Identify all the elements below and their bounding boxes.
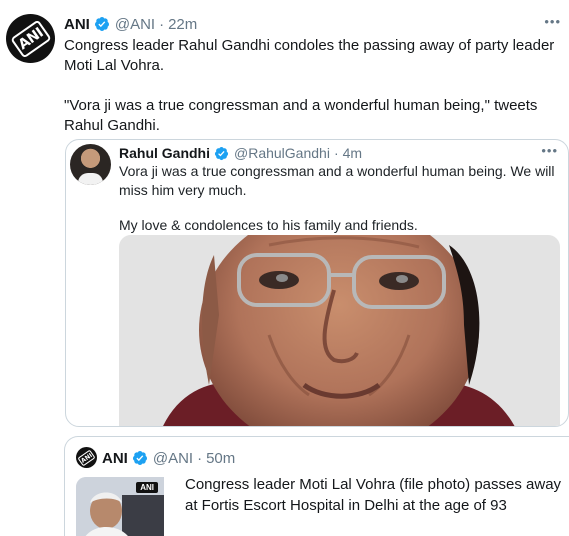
quoted-tweet-photo[interactable]	[119, 235, 560, 426]
card-header: ANI @ANI · 50m	[102, 448, 235, 468]
card-author-name[interactable]: ANI	[102, 450, 128, 467]
rahul-gandhi-avatar[interactable]	[70, 144, 111, 185]
ani-avatar-small[interactable]: ANI	[76, 447, 97, 468]
portrait-photo	[119, 235, 560, 426]
verified-badge-icon	[132, 451, 147, 465]
quoted-tweet-header: Rahul Gandhi @RahulGandhi · 4m	[119, 144, 362, 162]
tweet-header: ANI @ANI · 22m	[64, 14, 197, 34]
separator-dot: ·	[197, 449, 203, 467]
ani-logo: ANI	[77, 449, 96, 466]
separator-dot: ·	[333, 145, 339, 161]
quoted-tweet[interactable]: Rahul Gandhi @RahulGandhi · 4m ••• Vora …	[65, 139, 569, 427]
quoted-paragraph: Vora ji was a true congressman and a won…	[119, 163, 555, 198]
tweet-text: Congress leader Rahul Gandhi condoles th…	[64, 36, 559, 136]
avatar-shirt	[78, 173, 103, 185]
ani-watermark: ANI	[136, 482, 158, 493]
more-options-icon[interactable]: •••	[544, 14, 561, 29]
tweet[interactable]: ANI ANI @ANI · 22m ••• Congress leader R…	[0, 0, 569, 536]
quoted-author-handle[interactable]: @RahulGandhi	[234, 145, 330, 161]
tweet-time[interactable]: 22m	[168, 16, 197, 33]
quoted-tweet-text: Vora ji was a true congressman and a won…	[119, 162, 559, 235]
separator-dot: ·	[159, 15, 165, 33]
card-text: Congress leader Moti Lal Vohra (file pho…	[185, 476, 562, 514]
tweet-paragraph: "Vora ji was a true congressman and a wo…	[64, 97, 538, 134]
linked-tweet-card[interactable]: ANI ANI @ANI · 50m ANI Congress leader M…	[64, 436, 569, 536]
quoted-tweet-time[interactable]: 4m	[343, 145, 362, 161]
card-thumbnail[interactable]: ANI	[76, 477, 164, 536]
tweet-paragraph: Congress leader Rahul Gandhi condoles th…	[64, 37, 555, 74]
author-handle[interactable]: @ANI	[115, 16, 155, 33]
quoted-paragraph: My love & condolences to his family and …	[119, 217, 418, 233]
card-author-handle[interactable]: @ANI	[153, 450, 193, 467]
quoted-author-name[interactable]: Rahul Gandhi	[119, 145, 210, 161]
more-options-icon[interactable]: •••	[541, 143, 558, 158]
verified-badge-icon	[94, 17, 109, 31]
ani-logo: ANI	[9, 18, 52, 59]
author-name[interactable]: ANI	[64, 16, 90, 33]
verified-badge-icon	[214, 146, 229, 160]
ani-avatar[interactable]: ANI	[6, 14, 55, 63]
card-time[interactable]: 50m	[206, 450, 235, 467]
